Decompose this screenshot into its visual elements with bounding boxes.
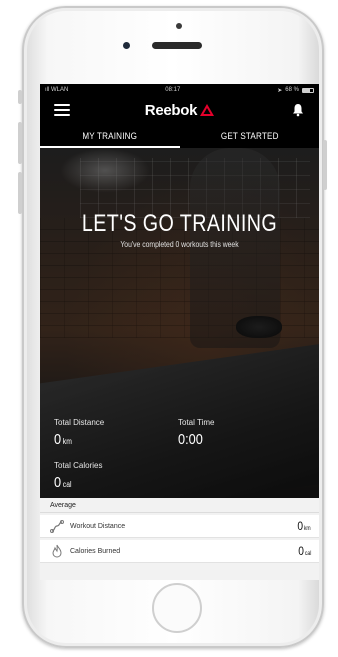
- front-camera: [123, 42, 130, 49]
- bell-icon[interactable]: [291, 103, 305, 117]
- app-header: Reebok: [40, 96, 319, 124]
- stat-value: 0 km: [54, 431, 72, 448]
- stat-value: 0:00: [178, 431, 203, 448]
- flame-icon: [52, 544, 62, 558]
- proximity-sensor: [176, 23, 182, 29]
- earpiece-speaker: [152, 42, 202, 49]
- hero-title: LET'S GO TRAINING: [81, 210, 278, 237]
- mute-switch: [18, 90, 22, 104]
- stat-label: Total Time: [178, 418, 215, 427]
- home-button[interactable]: [152, 583, 202, 633]
- average-row-distance[interactable]: Workout Distance 0km: [40, 515, 319, 538]
- brand-logo: Reebok: [144, 101, 215, 119]
- status-right: ➤ 68 %: [277, 87, 314, 94]
- average-row-label: Workout Distance: [70, 522, 126, 530]
- tab-get-started[interactable]: GET STARTED: [186, 124, 312, 148]
- total-time-stat: Total Time 0:00: [178, 418, 214, 449]
- average-row-value: 0cal: [297, 544, 311, 558]
- total-calories-stat: Total Calories 0 cal: [54, 461, 102, 492]
- stat-label: Total Calories: [54, 461, 103, 470]
- volume-up-button: [18, 122, 22, 164]
- location-icon: ➤: [277, 87, 283, 94]
- carrier-label: ıll WLAN: [45, 87, 69, 93]
- reebok-delta-icon: [200, 104, 215, 116]
- average-row-calories[interactable]: Calories Burned 0cal: [40, 540, 319, 563]
- battery-percent: 68 %: [285, 87, 299, 93]
- status-bar: ıll WLAN 08:17 ➤ 68 %: [40, 84, 319, 96]
- average-row-value: 0km: [297, 519, 311, 533]
- average-row-label: Calories Burned: [70, 547, 121, 555]
- route-icon: [50, 520, 64, 533]
- tab-my-training[interactable]: MY TRAINING: [47, 124, 173, 148]
- clock: 08:17: [165, 87, 181, 93]
- brand-name: Reebok: [144, 101, 198, 119]
- menu-icon[interactable]: [54, 104, 70, 116]
- volume-down-button: [18, 172, 22, 214]
- power-button: [323, 140, 327, 190]
- hero-subtitle: You've completed 0 workouts this week: [120, 240, 239, 249]
- stat-value: 0 cal: [54, 474, 72, 491]
- average-panel: Average Workout Distance 0km Calories Bu…: [40, 498, 319, 580]
- battery-icon: [301, 87, 314, 93]
- stat-label: Total Distance: [54, 418, 105, 427]
- total-distance-stat: Total Distance 0 km: [54, 418, 104, 449]
- tab-bar: MY TRAINING GET STARTED: [40, 124, 319, 148]
- average-header: Average: [40, 498, 319, 513]
- app-screen: ıll WLAN 08:17 ➤ 68 % Reebok MY TRAINING…: [40, 84, 319, 580]
